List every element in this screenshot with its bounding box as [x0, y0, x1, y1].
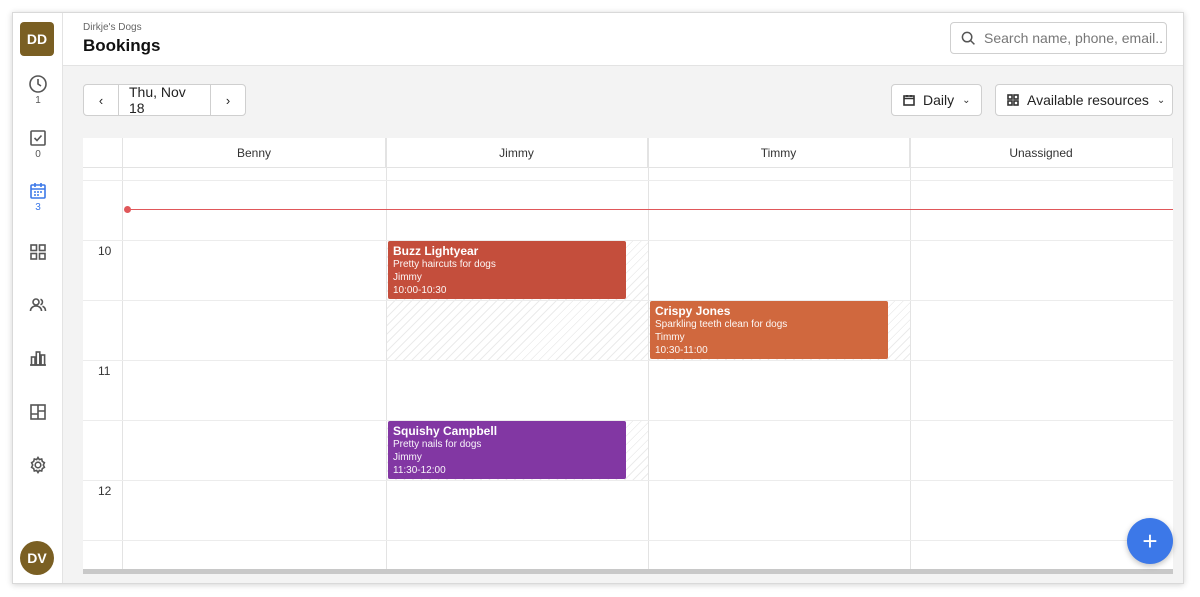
- event-service: Sparkling teeth clean for dogs: [655, 319, 788, 330]
- checkbox-icon: [30, 130, 46, 146]
- booking-event[interactable]: Buzz Lightyear Pretty haircuts for dogs …: [388, 241, 626, 299]
- event-staff: Jimmy: [393, 272, 422, 283]
- add-booking-button[interactable]: +: [1127, 518, 1173, 564]
- event-time: 11:30-12:00: [393, 465, 446, 476]
- sidebar-item-bookings[interactable]: 3: [13, 181, 63, 213]
- current-date[interactable]: Thu, Nov 18: [118, 84, 211, 116]
- org-avatar[interactable]: DD: [20, 22, 54, 56]
- hour-label: 10: [98, 244, 112, 258]
- search-input[interactable]: [984, 23, 1162, 53]
- time-gutter: [83, 138, 123, 574]
- sidebar-item-activity[interactable]: 1: [13, 74, 63, 106]
- slot-line: [83, 360, 1173, 361]
- event-title: Buzz Lightyear: [393, 244, 479, 258]
- slot-line: [83, 300, 1173, 301]
- org-name: Dirkje's Dogs: [83, 22, 142, 33]
- chevron-down-icon: ⌄: [1156, 94, 1166, 106]
- event-time: 10:30-11:00: [655, 345, 708, 356]
- current-time-dot: [124, 206, 131, 213]
- sidebar-item-tasks[interactable]: 0: [13, 128, 63, 160]
- column-divider: [386, 138, 387, 574]
- calendar-grid: Benny Jimmy Timmy Unassigned 10 11 12 Bu…: [83, 138, 1173, 574]
- grid-small-icon: [1007, 94, 1019, 106]
- slot-line: [83, 420, 1173, 421]
- hour-label: 12: [98, 484, 112, 498]
- chevron-down-icon: ⌄: [962, 94, 971, 106]
- gutter-header: [83, 138, 123, 168]
- current-time-line: [125, 209, 1173, 210]
- calendar-small-icon: [903, 95, 915, 106]
- sidebar: DD 1 0 3 DV: [13, 13, 63, 583]
- view-mode-label: Daily: [923, 92, 955, 108]
- resource-header-timmy: Timmy: [648, 138, 910, 168]
- bar-chart-icon: [30, 351, 46, 366]
- users-icon: [29, 298, 47, 312]
- slot-line: [83, 240, 1173, 241]
- resources-dropdown[interactable]: Available resources ⌄: [995, 84, 1173, 116]
- hour-label: 11: [98, 364, 111, 378]
- column-divider: [648, 138, 649, 574]
- sidebar-item-reports[interactable]: [13, 348, 63, 368]
- app-window: DD 1 0 3 DV Dirkje's Dogs Bookings Searc…: [12, 12, 1184, 584]
- calendar-icon: [30, 183, 46, 199]
- resource-header-jimmy: Jimmy: [386, 138, 648, 168]
- event-title: Squishy Campbell: [393, 424, 498, 438]
- booking-event[interactable]: Crispy Jones Sparkling teeth clean for d…: [650, 301, 888, 359]
- sidebar-count: 0: [35, 149, 41, 160]
- next-day-button[interactable]: ›: [211, 85, 245, 115]
- event-title: Crispy Jones: [655, 304, 731, 318]
- slot-line: [83, 480, 1173, 481]
- event-service: Pretty haircuts for dogs: [393, 259, 496, 270]
- horizontal-scrollbar[interactable]: [83, 569, 1173, 574]
- sidebar-item-settings[interactable]: [13, 455, 63, 475]
- prev-day-button[interactable]: ‹: [84, 85, 118, 115]
- slot-line: [83, 180, 1173, 181]
- user-avatar[interactable]: DV: [20, 541, 54, 575]
- view-mode-dropdown[interactable]: Daily ⌄: [891, 84, 982, 116]
- layout-icon: [30, 404, 46, 420]
- slot-line: [83, 540, 1173, 541]
- search-box: [950, 22, 1167, 54]
- event-staff: Timmy: [655, 332, 685, 343]
- sidebar-count: 1: [35, 95, 41, 106]
- resources-label: Available resources: [1027, 92, 1149, 108]
- page-title: Bookings: [83, 36, 161, 55]
- sidebar-item-customers[interactable]: [13, 295, 63, 315]
- sidebar-count: 3: [35, 202, 41, 213]
- sidebar-item-layout[interactable]: [13, 402, 63, 422]
- event-staff: Jimmy: [393, 452, 422, 463]
- column-divider: [910, 138, 911, 574]
- event-time: 10:00-10:30: [393, 285, 447, 296]
- sidebar-item-dashboard[interactable]: [13, 242, 63, 262]
- clock-icon: [29, 75, 47, 93]
- booking-event[interactable]: Squishy Campbell Pretty nails for dogs J…: [388, 421, 626, 479]
- resource-header-benny: Benny: [123, 138, 386, 168]
- gear-icon: [30, 455, 46, 475]
- date-navigator: ‹ Thu, Nov 18 ›: [83, 84, 246, 116]
- grid-icon: [30, 244, 46, 260]
- resource-header-unassigned: Unassigned: [910, 138, 1173, 168]
- event-service: Pretty nails for dogs: [393, 439, 482, 450]
- page-header: Dirkje's Dogs Bookings: [63, 13, 1183, 66]
- search-icon: [961, 31, 975, 45]
